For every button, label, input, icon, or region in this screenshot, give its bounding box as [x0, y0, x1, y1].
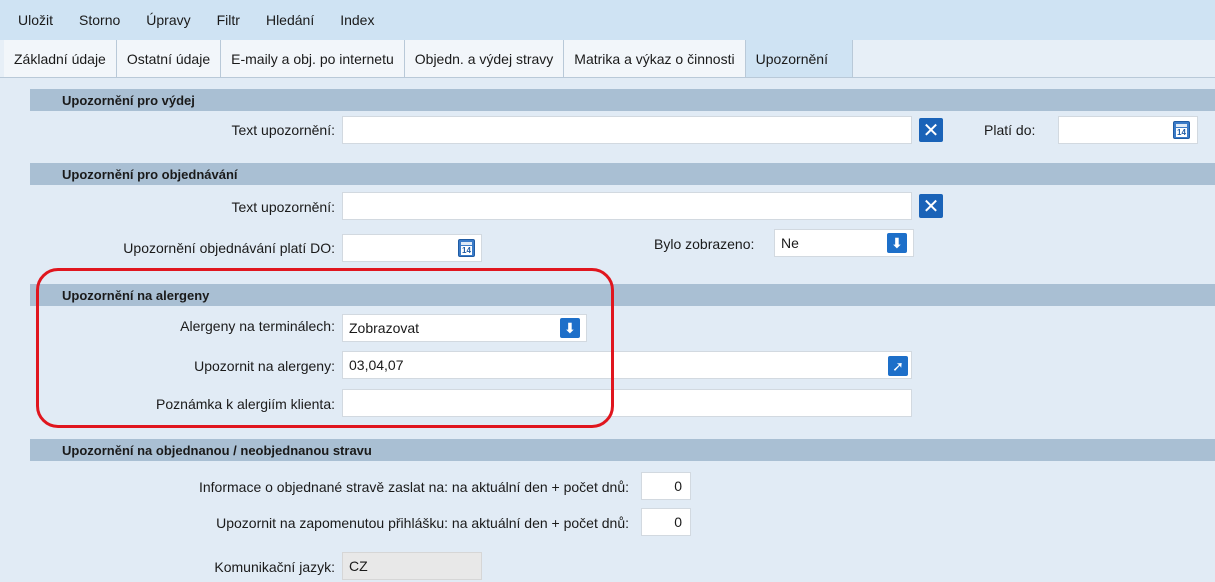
section-header-ordering: Upozornění pro objednávání: [30, 163, 1215, 185]
calendar-icon[interactable]: 14: [458, 239, 475, 257]
dispensing-text-label: Text upozornění:: [231, 122, 335, 138]
close-icon: ✕: [922, 195, 940, 218]
menu-save[interactable]: Uložit: [18, 12, 53, 28]
tab-orders-dispensing[interactable]: Objedn. a výdej stravy: [404, 40, 565, 77]
ordered-meal-info-label: Informace o objednané stravě zaslat na: …: [198, 479, 629, 495]
ordering-text-label: Text upozornění:: [231, 199, 335, 215]
tab-emails-orders[interactable]: E-maily a obj. po internetu: [221, 40, 405, 77]
language-label: Komunikační jazyk:: [214, 559, 335, 575]
menu-edit[interactable]: Úpravy: [146, 12, 190, 28]
chevron-down-icon[interactable]: ⬇: [887, 233, 907, 253]
tab-basic-info[interactable]: Základní údaje: [4, 40, 117, 77]
ordering-valid-until-label: Upozornění objednávání platí DO:: [123, 240, 335, 256]
open-dialog-icon[interactable]: ➚: [888, 356, 908, 376]
ordering-text-input[interactable]: [342, 192, 912, 220]
clear-ordering-text-button[interactable]: ✕: [919, 194, 943, 218]
tab-bar: Základní údaje Ostatní údaje E-maily a o…: [0, 40, 1215, 78]
notifications-panel: Upozornění pro výdej Text upozornění: ✕ …: [0, 78, 1215, 582]
forgotten-signup-label: Upozornit na zapomenutou přihlášku: na a…: [216, 515, 629, 531]
highlight-annotation: [36, 268, 614, 428]
language-field: CZ: [342, 552, 482, 580]
clear-dispensing-text-button[interactable]: ✕: [919, 118, 943, 142]
dispensing-text-input[interactable]: [342, 116, 912, 144]
section-header-ordered-meals: Upozornění na objednanou / neobjednanou …: [30, 439, 1215, 461]
tab-other-info[interactable]: Ostatní údaje: [116, 40, 222, 77]
menu-filter[interactable]: Filtr: [217, 12, 240, 28]
forgotten-signup-days-input[interactable]: 0: [641, 508, 691, 536]
tab-notifications[interactable]: Upozornění: [745, 40, 853, 77]
menu-search[interactable]: Hledání: [266, 12, 314, 28]
was-shown-label: Bylo zobrazeno:: [654, 236, 755, 252]
menu-bar: Uložit Storno Úpravy Filtr Hledání Index: [0, 0, 1215, 40]
valid-until-label: Platí do:: [984, 122, 1036, 138]
ordered-meal-days-input[interactable]: 0: [641, 472, 691, 500]
close-icon: ✕: [922, 119, 940, 142]
calendar-icon[interactable]: 14: [1173, 121, 1190, 139]
menu-index[interactable]: Index: [340, 12, 374, 28]
section-header-dispensing: Upozornění pro výdej: [30, 89, 1215, 111]
tab-registry-report[interactable]: Matrika a výkaz o činnosti: [564, 40, 746, 77]
menu-cancel[interactable]: Storno: [79, 12, 120, 28]
